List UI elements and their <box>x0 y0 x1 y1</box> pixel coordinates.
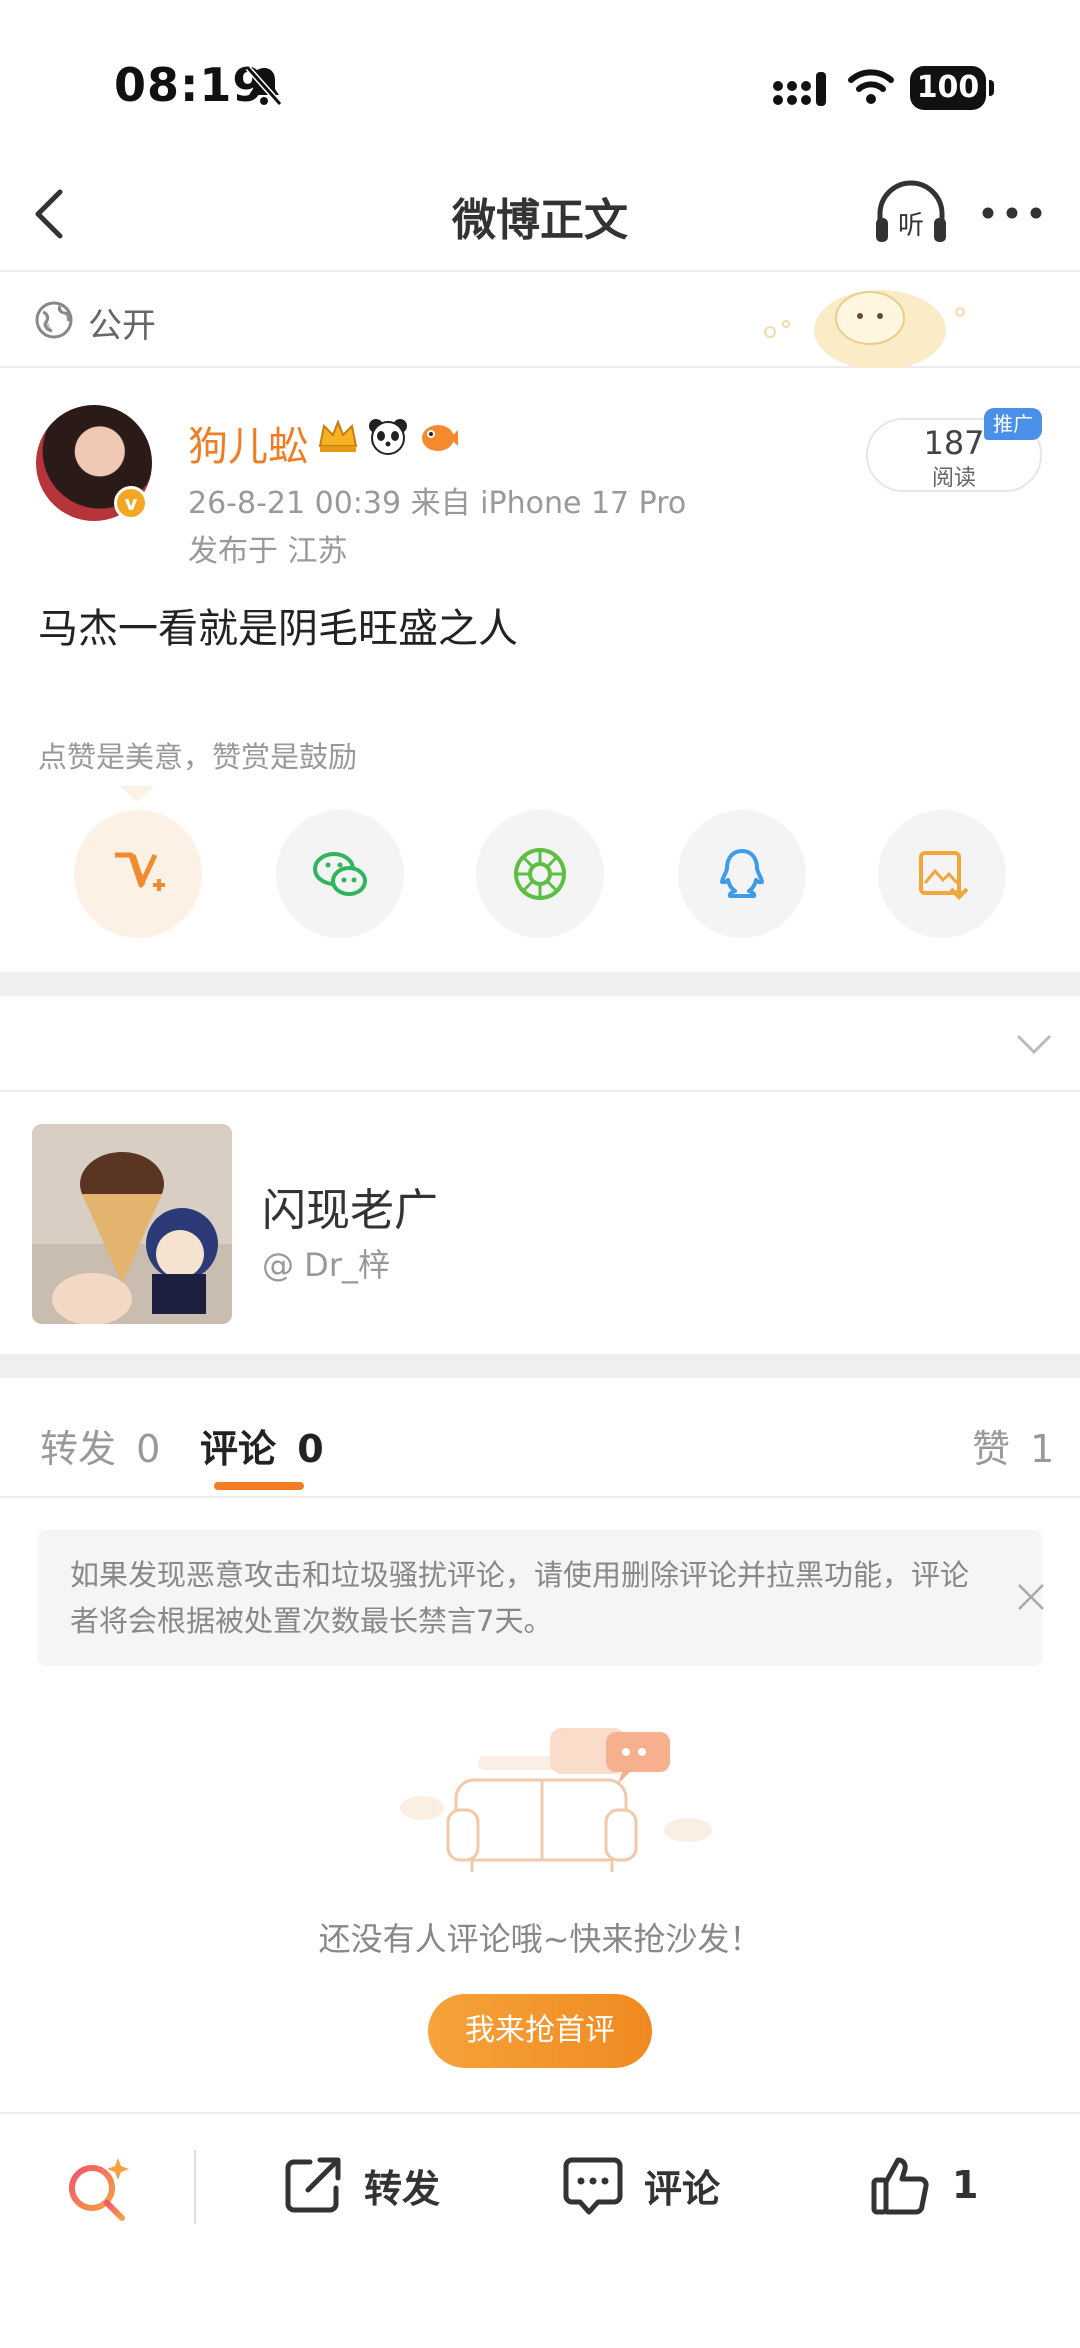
collapse-row[interactable] <box>0 996 1080 1092</box>
comment-icon <box>563 2157 623 2215</box>
globe-icon <box>35 301 73 339</box>
tab-comment[interactable]: 评论 0 <box>200 1418 324 1473</box>
wechat-icon <box>313 852 367 896</box>
source-card[interactable]: 闪现老广 @ Dr_梓 <box>0 1094 1080 1354</box>
interaction-tabs: 转发 0 评论 0 赞 1 <box>0 1378 1080 1498</box>
tab-like[interactable]: 赞 1 <box>972 1418 1054 1473</box>
reward-button[interactable] <box>74 810 202 938</box>
post-text: 马杰一看就是阴毛旺盛之人 <box>38 606 518 652</box>
notice-text: 如果发现恶意攻击和垃圾骚扰评论，请使用删除评论并拉黑功能，评论者将会根据被处置次… <box>70 1558 970 1638</box>
battery-indicator: 100 <box>910 66 994 110</box>
visibility-label: 公开 <box>88 306 156 346</box>
more-options-icon[interactable] <box>980 202 1044 224</box>
promo-tag[interactable]: 推广 <box>984 408 1042 440</box>
source-name: 闪现老广 <box>262 1185 438 1236</box>
chevron-down-icon[interactable] <box>1014 1032 1054 1056</box>
wifi-icon <box>848 69 894 104</box>
comment-label: 评论 <box>644 2166 721 2211</box>
bar-divider <box>194 2150 196 2224</box>
tab-comment-label: 评论 <box>200 1427 277 1471</box>
signal-icon <box>773 72 826 106</box>
share-qq-button[interactable] <box>678 810 806 938</box>
section-divider <box>0 972 1080 996</box>
tab-like-count: 1 <box>1030 1427 1055 1471</box>
repost-label: 转发 <box>364 2166 441 2211</box>
share-moments-button[interactable] <box>476 810 604 938</box>
share-row <box>0 810 1080 940</box>
bell-muted-icon <box>245 66 283 106</box>
active-tab-indicator <box>214 1482 304 1490</box>
nav-bar: 微博正文 听 <box>0 150 1080 272</box>
share-wechat-button[interactable] <box>276 810 404 938</box>
hint-pointer <box>120 786 154 802</box>
tab-like-label: 赞 <box>972 1427 1011 1471</box>
save-image-icon <box>919 851 969 900</box>
like-button[interactable]: 1 <box>868 2150 978 2220</box>
section-divider <box>0 1354 1080 1378</box>
post-card: v 狗儿蚣 26-8-21 00:39 来自 iPhone 17 Pro 发布于… <box>0 370 1080 970</box>
visibility-row: 公开 <box>0 272 1080 368</box>
weibo-reward-icon <box>115 852 165 891</box>
source-thumbnail[interactable] <box>32 1124 232 1324</box>
tab-repost-count: 0 <box>136 1427 161 1471</box>
reward-hint: 点赞是美意，赞赏是鼓励 <box>38 740 358 774</box>
ai-search-icon[interactable] <box>62 2154 134 2226</box>
tab-repost[interactable]: 转发 0 <box>40 1418 160 1473</box>
verified-badge: v <box>114 486 148 520</box>
listen-headphones-icon[interactable]: 听 <box>872 178 950 248</box>
panda-badge-icon[interactable] <box>366 416 410 456</box>
tab-repost-label: 转发 <box>40 1427 117 1471</box>
listen-label: 听 <box>898 211 924 241</box>
comment-notice: 如果发现恶意攻击和垃圾骚扰评论，请使用删除评论并拉黑功能，评论者将会根据被处置次… <box>38 1530 1044 1666</box>
thumbnail-image <box>32 1124 232 1324</box>
empty-comments-text: 还没有人评论哦~快来抢沙发！ <box>318 1920 762 1958</box>
tab-comment-count: 0 <box>297 1427 324 1471</box>
qq-icon <box>720 849 764 898</box>
status-time: 08:19 <box>114 58 266 112</box>
repost-icon <box>285 2157 341 2213</box>
first-comment-button[interactable]: 我来抢首评 <box>428 1994 652 2068</box>
status-bar: 08:19 100 <box>0 0 1080 150</box>
like-count: 1 <box>952 2163 979 2207</box>
repost-button[interactable]: 转发 <box>280 2150 440 2220</box>
empty-sofa-illustration <box>400 1728 712 1872</box>
author-name[interactable]: 狗儿蚣 <box>188 414 308 472</box>
post-location: 发布于 江苏 <box>188 534 348 569</box>
source-handle: @ Dr_梓 <box>262 1246 390 1284</box>
close-icon[interactable] <box>1016 1582 1046 1612</box>
crown-badge-icon[interactable] <box>316 416 360 456</box>
save-image-button[interactable] <box>878 810 1006 938</box>
author-badges <box>316 416 460 456</box>
decorative-mascot-icon <box>764 290 965 368</box>
bottom-action-bar: 转发 评论 1 <box>0 2112 1080 2348</box>
read-label: 阅读 <box>931 466 976 491</box>
comment-button[interactable]: 评论 <box>560 2150 720 2220</box>
moments-icon <box>514 848 566 900</box>
thumbs-up-icon <box>871 2157 929 2215</box>
fish-badge-icon[interactable] <box>416 416 460 456</box>
post-meta: 26-8-21 00:39 来自 iPhone 17 Pro <box>188 486 687 521</box>
